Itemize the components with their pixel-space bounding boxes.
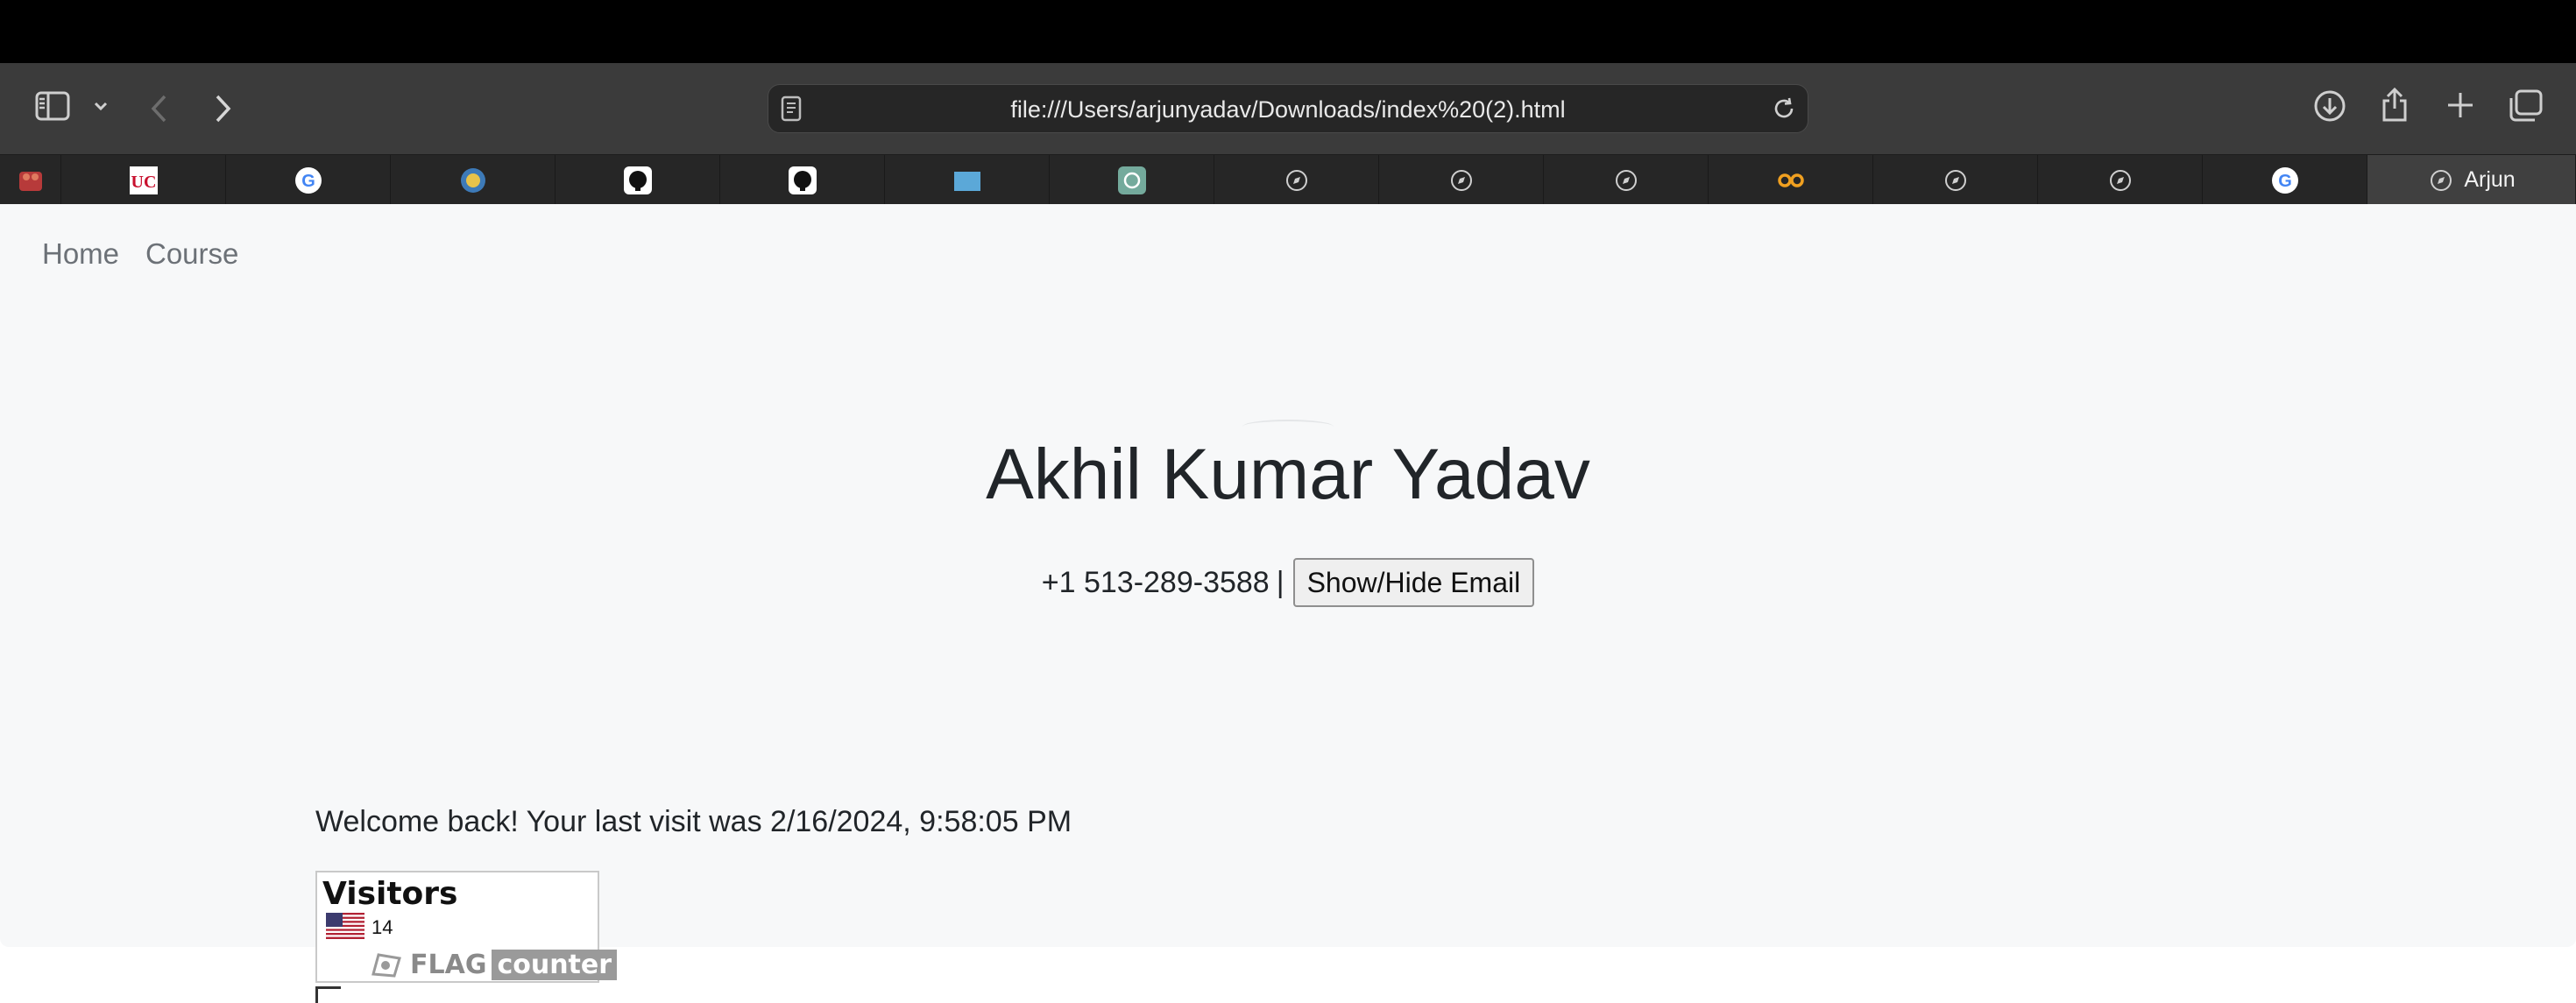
svg-text:G: G: [301, 172, 315, 191]
visitor-count: 14: [372, 916, 393, 938]
google-icon: G: [2271, 166, 2299, 194]
hero-section: Akhil Kumar Yadav +1 513-289-3588 | Show…: [0, 295, 2576, 947]
web-page: Home Course Akhil Kumar Yadav +1 513-289…: [0, 204, 2576, 1003]
github-icon: [623, 166, 652, 194]
tab-7[interactable]: [885, 155, 1050, 205]
tab-11[interactable]: [1544, 155, 1709, 205]
site-navbar: Home Course: [0, 204, 2576, 295]
google-icon: G: [294, 166, 322, 194]
compass-icon: [2427, 166, 2455, 194]
tab-6[interactable]: [720, 155, 885, 205]
url-text[interactable]: file:///Users/arjunyadav/Downloads/index…: [768, 97, 1808, 122]
tab-overview-icon[interactable]: [2508, 89, 2543, 123]
flag-counter-logo: FLAG counter: [370, 949, 618, 980]
compass-icon: [1942, 166, 1970, 194]
forward-icon[interactable]: [212, 93, 233, 124]
tab-10[interactable]: [1379, 155, 1544, 205]
share-icon[interactable]: [2380, 86, 2410, 123]
welcome-message: Welcome back! Your last visit was 2/16/2…: [315, 805, 1072, 838]
chevron-down-icon[interactable]: [93, 100, 109, 112]
us-flag-icon: [326, 913, 364, 939]
tab-8[interactable]: [1050, 155, 1214, 205]
compass-icon: [1447, 166, 1476, 194]
nav-home-link[interactable]: Home: [42, 237, 119, 271]
tab-active[interactable]: Arjun: [2367, 155, 2576, 205]
downloads-icon[interactable]: [2313, 89, 2346, 123]
tab-5[interactable]: [556, 155, 720, 205]
github-icon: [788, 166, 817, 194]
tab-3[interactable]: G: [226, 155, 391, 205]
logo-text-counter: counter: [492, 949, 618, 980]
blue-square-icon: [953, 166, 981, 194]
new-tab-icon[interactable]: [2445, 89, 2476, 121]
tab-2[interactable]: UC: [61, 155, 226, 205]
show-hide-email-button[interactable]: Show/Hide Email: [1292, 558, 1535, 607]
tab-15[interactable]: G: [2203, 155, 2367, 205]
contact-line: +1 513-289-3588 | Show/Hide Email: [0, 558, 2576, 607]
tab-13[interactable]: [1873, 155, 2038, 205]
svg-text:G: G: [2278, 172, 2292, 191]
flag-logo-icon: [372, 953, 401, 978]
sidebar-toggle-icon[interactable]: [35, 91, 70, 121]
back-icon[interactable]: [149, 93, 170, 124]
browser-toolbar: file:///Users/arjunyadav/Downloads/index…: [0, 63, 2576, 154]
window-top-bar: [0, 0, 2576, 63]
compass-icon: [1283, 166, 1311, 194]
tab-1[interactable]: [0, 155, 61, 205]
app-icon: [17, 166, 45, 194]
compass-icon: [2106, 166, 2134, 194]
reload-icon[interactable]: [1771, 95, 1797, 126]
address-bar[interactable]: file:///Users/arjunyadav/Downloads/index…: [768, 84, 1808, 133]
compass-icon: [1612, 166, 1640, 194]
infinity-icon: [1777, 166, 1805, 194]
profile-image: [1242, 420, 1334, 434]
tab-12[interactable]: [1709, 155, 1873, 205]
logo-text-flag: FLAG: [410, 949, 487, 980]
page-title: Akhil Kumar Yadav: [986, 434, 1590, 514]
tab-strip: UC G G Arjun: [0, 154, 2576, 205]
tab-4[interactable]: [391, 155, 556, 205]
chatgpt-icon: [1117, 166, 1146, 194]
counter-title: Visitors: [322, 876, 458, 912]
nav-course-link[interactable]: Course: [145, 237, 238, 271]
tab-14[interactable]: [2038, 155, 2203, 205]
flag-counter-widget[interactable]: Visitors 14 FLAG counter: [315, 871, 618, 983]
active-tab-label: Arjun: [2464, 167, 2516, 192]
cut-off-heading: [315, 986, 341, 1003]
uc-logo-icon: UC: [129, 166, 158, 194]
phone-number: +1 513-289-3588: [1041, 565, 1270, 599]
separator: |: [1276, 565, 1284, 599]
svg-text:UC: UC: [131, 173, 156, 192]
tab-9[interactable]: [1214, 155, 1379, 205]
globe-seal-icon: [459, 166, 487, 194]
